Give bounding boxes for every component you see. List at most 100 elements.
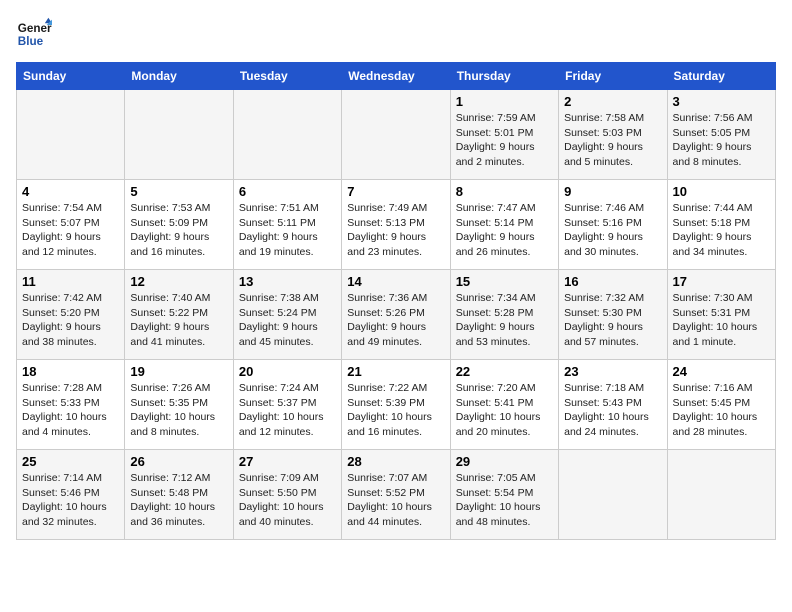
day-info: Sunrise: 7:12 AM Sunset: 5:48 PM Dayligh… bbox=[130, 471, 227, 530]
logo-icon: General Blue bbox=[16, 16, 52, 52]
weekday-header-tuesday: Tuesday bbox=[233, 63, 341, 90]
day-number: 3 bbox=[673, 94, 770, 109]
calendar-cell: 6 Sunrise: 7:51 AM Sunset: 5:11 PM Daylig… bbox=[233, 180, 341, 270]
day-info: Sunrise: 7:14 AM Sunset: 5:46 PM Dayligh… bbox=[22, 471, 119, 530]
weekday-header-sunday: Sunday bbox=[17, 63, 125, 90]
calendar-cell: 5 Sunrise: 7:53 AM Sunset: 5:09 PM Daylig… bbox=[125, 180, 233, 270]
calendar-header: SundayMondayTuesdayWednesdayThursdayFrid… bbox=[17, 63, 776, 90]
day-info: Sunrise: 7:56 AM Sunset: 5:05 PM Dayligh… bbox=[673, 111, 770, 170]
day-info: Sunrise: 7:44 AM Sunset: 5:18 PM Dayligh… bbox=[673, 201, 770, 260]
calendar-cell: 11 Sunrise: 7:42 AM Sunset: 5:20 PM Dayli… bbox=[17, 270, 125, 360]
day-number: 27 bbox=[239, 454, 336, 469]
calendar-week-row: 18Sunrise: 7:28 AM Sunset: 5:33 PM Dayli… bbox=[17, 360, 776, 450]
calendar-cell: 13 Sunrise: 7:38 AM Sunset: 5:24 PM Dayli… bbox=[233, 270, 341, 360]
day-info: Sunrise: 7:05 AM Sunset: 5:54 PM Dayligh… bbox=[456, 471, 553, 530]
calendar-cell: 22Sunrise: 7:20 AM Sunset: 5:41 PM Dayli… bbox=[450, 360, 558, 450]
calendar-cell: 15Sunrise: 7:34 AM Sunset: 5:28 PM Dayli… bbox=[450, 270, 558, 360]
calendar-cell: 2 Sunrise: 7:58 AM Sunset: 5:03 PM Daylig… bbox=[559, 90, 667, 180]
calendar-week-row: 1Sunrise: 7:59 AM Sunset: 5:01 PM Daylig… bbox=[17, 90, 776, 180]
calendar-cell: 17 Sunrise: 7:30 AM Sunset: 5:31 PM Dayli… bbox=[667, 270, 775, 360]
day-number: 9 bbox=[564, 184, 661, 199]
calendar-week-row: 4 Sunrise: 7:54 AM Sunset: 5:07 PM Daylig… bbox=[17, 180, 776, 270]
calendar-cell bbox=[342, 90, 450, 180]
day-number: 15 bbox=[456, 274, 553, 289]
weekday-header-monday: Monday bbox=[125, 63, 233, 90]
day-info: Sunrise: 7:32 AM Sunset: 5:30 PM Dayligh… bbox=[564, 291, 661, 350]
day-number: 18 bbox=[22, 364, 119, 379]
day-number: 10 bbox=[673, 184, 770, 199]
day-info: Sunrise: 7:36 AM Sunset: 5:26 PM Dayligh… bbox=[347, 291, 444, 350]
day-info: Sunrise: 7:59 AM Sunset: 5:01 PM Dayligh… bbox=[456, 111, 553, 170]
day-number: 11 bbox=[22, 274, 119, 289]
calendar-cell: 7Sunrise: 7:49 AM Sunset: 5:13 PM Daylig… bbox=[342, 180, 450, 270]
calendar-cell bbox=[125, 90, 233, 180]
day-info: Sunrise: 7:26 AM Sunset: 5:35 PM Dayligh… bbox=[130, 381, 227, 440]
calendar-cell bbox=[17, 90, 125, 180]
day-info: Sunrise: 7:09 AM Sunset: 5:50 PM Dayligh… bbox=[239, 471, 336, 530]
day-number: 23 bbox=[564, 364, 661, 379]
day-number: 4 bbox=[22, 184, 119, 199]
day-info: Sunrise: 7:51 AM Sunset: 5:11 PM Dayligh… bbox=[239, 201, 336, 260]
calendar-cell: 12 Sunrise: 7:40 AM Sunset: 5:22 PM Dayli… bbox=[125, 270, 233, 360]
calendar-cell: 28 Sunrise: 7:07 AM Sunset: 5:52 PM Dayli… bbox=[342, 450, 450, 540]
calendar-cell: 1Sunrise: 7:59 AM Sunset: 5:01 PM Daylig… bbox=[450, 90, 558, 180]
calendar-cell bbox=[559, 450, 667, 540]
day-info: Sunrise: 7:18 AM Sunset: 5:43 PM Dayligh… bbox=[564, 381, 661, 440]
calendar-cell: 19 Sunrise: 7:26 AM Sunset: 5:35 PM Dayli… bbox=[125, 360, 233, 450]
weekday-header-friday: Friday bbox=[559, 63, 667, 90]
calendar-cell: 10 Sunrise: 7:44 AM Sunset: 5:18 PM Dayli… bbox=[667, 180, 775, 270]
day-info: Sunrise: 7:58 AM Sunset: 5:03 PM Dayligh… bbox=[564, 111, 661, 170]
calendar-cell: 14 Sunrise: 7:36 AM Sunset: 5:26 PM Dayli… bbox=[342, 270, 450, 360]
day-info: Sunrise: 7:47 AM Sunset: 5:14 PM Dayligh… bbox=[456, 201, 553, 260]
calendar-table: SundayMondayTuesdayWednesdayThursdayFrid… bbox=[16, 62, 776, 540]
day-number: 17 bbox=[673, 274, 770, 289]
weekday-header-thursday: Thursday bbox=[450, 63, 558, 90]
day-info: Sunrise: 7:24 AM Sunset: 5:37 PM Dayligh… bbox=[239, 381, 336, 440]
weekday-header-wednesday: Wednesday bbox=[342, 63, 450, 90]
day-number: 21 bbox=[347, 364, 444, 379]
day-number: 16 bbox=[564, 274, 661, 289]
day-number: 12 bbox=[130, 274, 227, 289]
svg-text:General: General bbox=[18, 22, 52, 35]
calendar-cell: 16 Sunrise: 7:32 AM Sunset: 5:30 PM Dayli… bbox=[559, 270, 667, 360]
day-number: 19 bbox=[130, 364, 227, 379]
day-number: 2 bbox=[564, 94, 661, 109]
day-number: 14 bbox=[347, 274, 444, 289]
calendar-body: 1Sunrise: 7:59 AM Sunset: 5:01 PM Daylig… bbox=[17, 90, 776, 540]
svg-text:Blue: Blue bbox=[18, 35, 44, 48]
calendar-cell bbox=[233, 90, 341, 180]
day-info: Sunrise: 7:42 AM Sunset: 5:20 PM Dayligh… bbox=[22, 291, 119, 350]
day-number: 24 bbox=[673, 364, 770, 379]
calendar-week-row: 11 Sunrise: 7:42 AM Sunset: 5:20 PM Dayli… bbox=[17, 270, 776, 360]
day-info: Sunrise: 7:07 AM Sunset: 5:52 PM Dayligh… bbox=[347, 471, 444, 530]
day-number: 13 bbox=[239, 274, 336, 289]
day-number: 5 bbox=[130, 184, 227, 199]
calendar-week-row: 25 Sunrise: 7:14 AM Sunset: 5:46 PM Dayli… bbox=[17, 450, 776, 540]
day-number: 26 bbox=[130, 454, 227, 469]
day-number: 25 bbox=[22, 454, 119, 469]
page-header: General Blue bbox=[16, 16, 776, 52]
calendar-cell: 3 Sunrise: 7:56 AM Sunset: 5:05 PM Daylig… bbox=[667, 90, 775, 180]
calendar-cell: 8Sunrise: 7:47 AM Sunset: 5:14 PM Daylig… bbox=[450, 180, 558, 270]
day-info: Sunrise: 7:49 AM Sunset: 5:13 PM Dayligh… bbox=[347, 201, 444, 260]
calendar-cell: 29Sunrise: 7:05 AM Sunset: 5:54 PM Dayli… bbox=[450, 450, 558, 540]
day-info: Sunrise: 7:20 AM Sunset: 5:41 PM Dayligh… bbox=[456, 381, 553, 440]
weekday-header-row: SundayMondayTuesdayWednesdayThursdayFrid… bbox=[17, 63, 776, 90]
day-info: Sunrise: 7:53 AM Sunset: 5:09 PM Dayligh… bbox=[130, 201, 227, 260]
day-info: Sunrise: 7:16 AM Sunset: 5:45 PM Dayligh… bbox=[673, 381, 770, 440]
day-number: 28 bbox=[347, 454, 444, 469]
weekday-header-saturday: Saturday bbox=[667, 63, 775, 90]
calendar-cell: 4 Sunrise: 7:54 AM Sunset: 5:07 PM Daylig… bbox=[17, 180, 125, 270]
day-info: Sunrise: 7:54 AM Sunset: 5:07 PM Dayligh… bbox=[22, 201, 119, 260]
day-info: Sunrise: 7:40 AM Sunset: 5:22 PM Dayligh… bbox=[130, 291, 227, 350]
calendar-cell: 26 Sunrise: 7:12 AM Sunset: 5:48 PM Dayli… bbox=[125, 450, 233, 540]
calendar-cell: 25 Sunrise: 7:14 AM Sunset: 5:46 PM Dayli… bbox=[17, 450, 125, 540]
calendar-cell bbox=[667, 450, 775, 540]
calendar-cell: 18Sunrise: 7:28 AM Sunset: 5:33 PM Dayli… bbox=[17, 360, 125, 450]
calendar-cell: 23 Sunrise: 7:18 AM Sunset: 5:43 PM Dayli… bbox=[559, 360, 667, 450]
logo: General Blue bbox=[16, 16, 56, 52]
day-info: Sunrise: 7:30 AM Sunset: 5:31 PM Dayligh… bbox=[673, 291, 770, 350]
day-info: Sunrise: 7:38 AM Sunset: 5:24 PM Dayligh… bbox=[239, 291, 336, 350]
day-number: 6 bbox=[239, 184, 336, 199]
day-info: Sunrise: 7:46 AM Sunset: 5:16 PM Dayligh… bbox=[564, 201, 661, 260]
